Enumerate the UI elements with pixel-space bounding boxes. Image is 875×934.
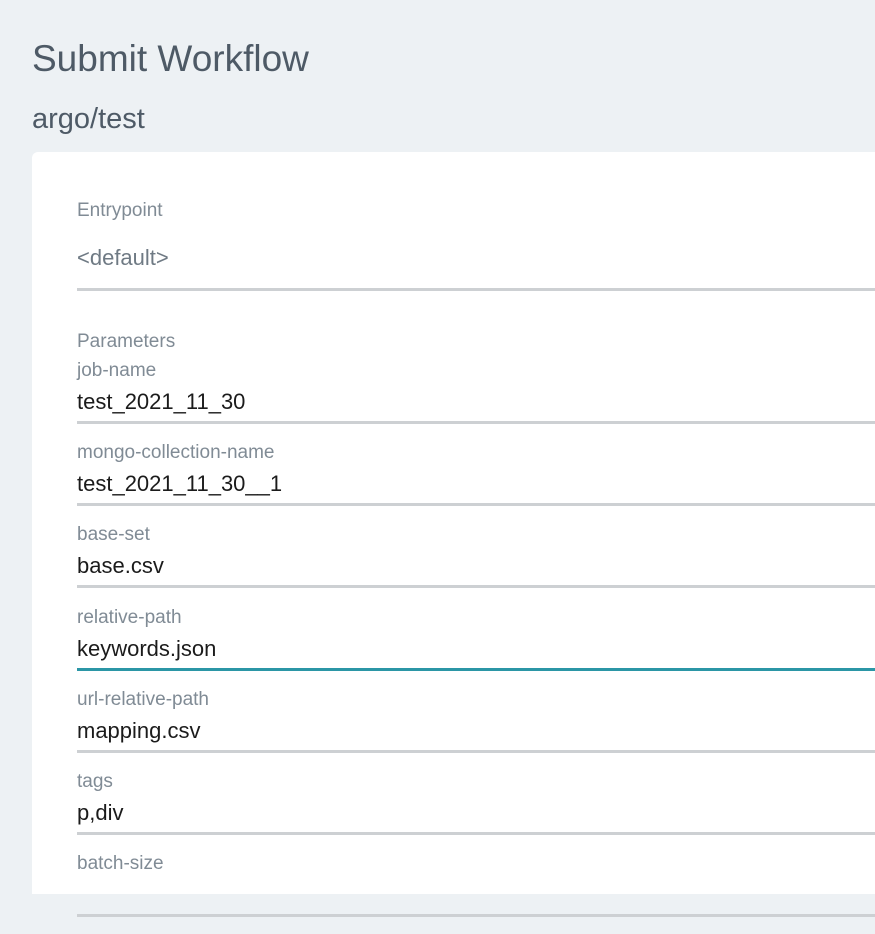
param-batch-size-input[interactable] [77,876,875,917]
parameters-label: Parameters [77,331,176,352]
param-mongo-collection-name: mongo-collection-name [77,441,875,523]
param-url-relative-path: url-relative-path [77,688,875,770]
param-job-name-input[interactable] [77,383,875,424]
workflow-template-name: argo/test [32,103,145,135]
param-batch-size: batch-size [77,852,875,934]
param-label: batch-size [77,853,164,874]
param-label: job-name [77,360,157,381]
param-label: url-relative-path [77,689,209,710]
param-label: mongo-collection-name [77,442,275,463]
param-tags-input[interactable] [77,794,875,835]
param-base-set-input[interactable] [77,547,875,588]
param-url-relative-path-input[interactable] [77,712,875,753]
submit-form-panel: Entrypoint <default> Parameters job-name… [32,152,875,917]
param-mongo-collection-name-input[interactable] [77,465,875,506]
param-base-set: base-set [77,523,875,605]
param-label: base-set [77,524,150,545]
param-label: tags [77,771,113,792]
param-tags: tags [77,770,875,852]
param-relative-path: relative-path [77,606,875,688]
entrypoint-label: Entrypoint [77,200,163,221]
param-job-name: job-name [77,359,875,441]
param-relative-path-input[interactable] [77,630,875,671]
entrypoint-select[interactable]: <default> [77,240,875,291]
param-label: relative-path [77,607,182,628]
entrypoint-selected-value: <default> [77,245,169,270]
page-title: Submit Workflow [32,38,309,79]
